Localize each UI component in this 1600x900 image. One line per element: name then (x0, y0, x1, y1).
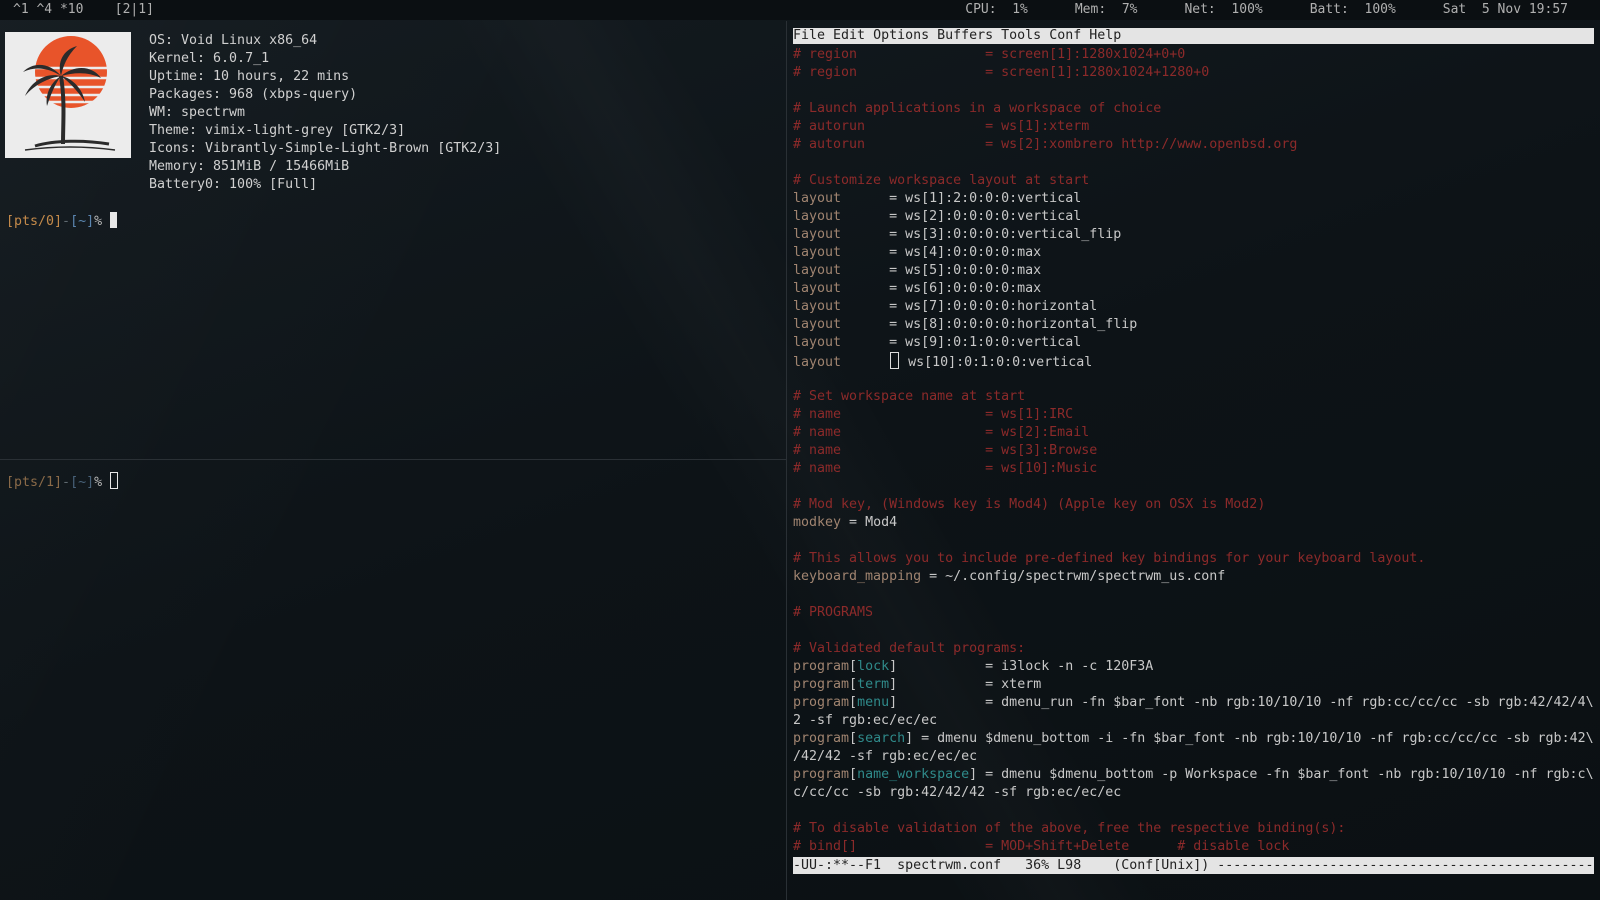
info-icons: Icons: Vibrantly-Simple-Light-Brown [GTK… (149, 141, 502, 156)
prompt-dir: [~] (70, 475, 95, 490)
code-line: layout = ws[6]:0:0:0:0:max (793, 281, 1042, 296)
workspace-indicator[interactable]: ^1 ^4 *10 [2|1] (13, 2, 154, 17)
info-wm: WM: spectrwm (149, 105, 246, 120)
mem-stat: Mem: 7% (1074, 2, 1138, 17)
clock: Sat 5 Nov 19:57 (1442, 2, 1568, 17)
code-line: # region = screen[1]:1280x1024+1280+0 (793, 65, 1210, 80)
info-theme: Theme: vimix-light-grey [GTK2/3] (149, 123, 406, 138)
code-line: layout ws[10]:0:1:0:0:vertical (793, 352, 1593, 370)
code-line: # name = ws[1]:IRC (793, 407, 1074, 422)
code-line: layout = ws[5]:0:0:0:0:max (793, 263, 1042, 278)
code-line: # To disable validation of the above, fr… (793, 821, 1346, 836)
code-line: # autorun = ws[2]:xombrero http://www.op… (793, 137, 1298, 152)
code-line: # This allows you to include pre-defined… (793, 551, 1426, 566)
code-line: layout = ws[9]:0:1:0:0:vertical (793, 335, 1082, 350)
terminal-pts1[interactable]: [pts/1]-[~]% (0, 460, 787, 900)
code-line: # Launch applications in a workspace of … (793, 101, 1162, 116)
prompt-dir: [~] (70, 214, 95, 229)
code-line: # name = ws[3]:Browse (793, 443, 1098, 458)
menu-conf[interactable]: Conf (1049, 28, 1081, 43)
system-stats: CPU: 1% Mem: 7% Net: 100% Batt: 100% Sat… (965, 2, 1568, 17)
info-os: OS: Void Linux x86_64 (149, 33, 318, 48)
status-bar: ^1 ^4 *10 [2|1] CPU: 1% Mem: 7% Net: 100… (0, 0, 1600, 20)
code-line: layout = ws[3]:0:0:0:0:vertical_flip (793, 227, 1122, 242)
prompt-tty: [pts/0] (6, 214, 63, 229)
prompt-tty: [pts/1] (6, 475, 63, 490)
emacs-menubar: File Edit Options Buffers Tools Conf Help (793, 28, 1594, 44)
code-line: 2 -sf rgb:ec/ec/ec (793, 713, 938, 728)
emacs-window[interactable]: File Edit Options Buffers Tools Conf Help # re… (787, 21, 1600, 900)
code-line: program[search] = dmenu $dmenu_bottom -i… (793, 731, 1594, 746)
code-line: layout = ws[1]:2:0:0:0:vertical (793, 191, 1082, 206)
code-line: program[term] = xterm (793, 677, 1042, 692)
info-uptime: Uptime: 10 hours, 22 mins (149, 69, 350, 84)
code-line: modkey = Mod4 (793, 515, 898, 530)
code-line: # Validated default programs: (793, 641, 1026, 656)
code-line: # bind[] = MOD+Shift+Delete # disable lo… (793, 839, 1290, 854)
menu-edit[interactable]: Edit (833, 28, 865, 43)
shell-prompt[interactable]: [pts/1]-[~]% (6, 472, 119, 492)
menu-tools[interactable]: Tools (1001, 28, 1041, 43)
code-line: # region = screen[1]:1280x1024+0+0 (793, 47, 1186, 62)
code-line: keyboard_mapping = ~/.config/spectrwm/sp… (793, 569, 1226, 584)
menu-help[interactable]: Help (1089, 28, 1121, 43)
code-line: layout = ws[7]:0:0:0:0:horizontal (793, 299, 1098, 314)
code-line: program[lock] = i3lock -n -c 120F3A (793, 659, 1154, 674)
editor-buffer[interactable]: # region = screen[1]:1280x1024+0+0 # regi… (793, 46, 1594, 856)
emacs-modeline: -UU-:**--F1 spectrwm.conf 36% L98 (Conf[… (793, 857, 1594, 874)
menu-file[interactable]: File (793, 28, 825, 43)
code-line: c/cc/cc -sb rgb:42/42/42 -sf rgb:ec/ec/e… (793, 785, 1122, 800)
code-line: layout = ws[2]:0:0:0:0:vertical (793, 209, 1082, 224)
workspace-list[interactable]: ^1 ^4 *10 (13, 2, 83, 17)
code-line: layout = ws[4]:0:0:0:0:max (793, 245, 1042, 260)
net-stat: Net: 100% (1184, 2, 1263, 17)
text-cursor (110, 472, 119, 489)
shell-prompt[interactable]: [pts/0]-[~]% (6, 212, 118, 231)
code-line: /42/42 -sf rgb:ec/ec/ec (793, 749, 978, 764)
info-battery: Battery0: 100% [Full] (149, 177, 318, 192)
batt-stat: Batt: 100% (1309, 2, 1396, 17)
menu-buffers[interactable]: Buffers (937, 28, 993, 43)
info-memory: Memory: 851MiB / 15466MiB (149, 159, 350, 174)
code-line: program[menu] = dmenu_run -fn $bar_font … (793, 695, 1594, 710)
terminal-pts0[interactable]: OS: Void Linux x86_64 Kernel: 6.0.7_1 Upti… (0, 21, 787, 460)
code-line: # autorun = ws[1]:xterm (793, 119, 1090, 134)
point-cursor (890, 352, 900, 369)
info-packages: Packages: 968 (xbps-query) (149, 87, 358, 102)
code-line: # Set workspace name at start (793, 389, 1026, 404)
code-line: layout = ws[8]:0:0:0:0:horizontal_flip (793, 317, 1138, 332)
cpu-stat: CPU: 1% (965, 2, 1028, 17)
code-line: # PROGRAMS (793, 605, 874, 620)
code-line: # name = ws[2]:Email (793, 425, 1090, 440)
system-info: OS: Void Linux x86_64 Kernel: 6.0.7_1 Upti… (149, 32, 501, 194)
code-line: # name = ws[10]:Music (793, 461, 1098, 476)
info-kernel: Kernel: 6.0.7_1 (149, 51, 270, 66)
code-line: program[name_workspace] = dmenu $dmenu_b… (793, 767, 1594, 782)
menu-options[interactable]: Options (873, 28, 929, 43)
layout-indicator: [2|1] (114, 2, 154, 17)
code-line: # Mod key, (Windows key is Mod4) (Apple … (793, 497, 1266, 512)
palm-tree-logo-icon (5, 32, 131, 158)
text-cursor (110, 212, 118, 228)
code-line: # Customize workspace layout at start (793, 173, 1090, 188)
